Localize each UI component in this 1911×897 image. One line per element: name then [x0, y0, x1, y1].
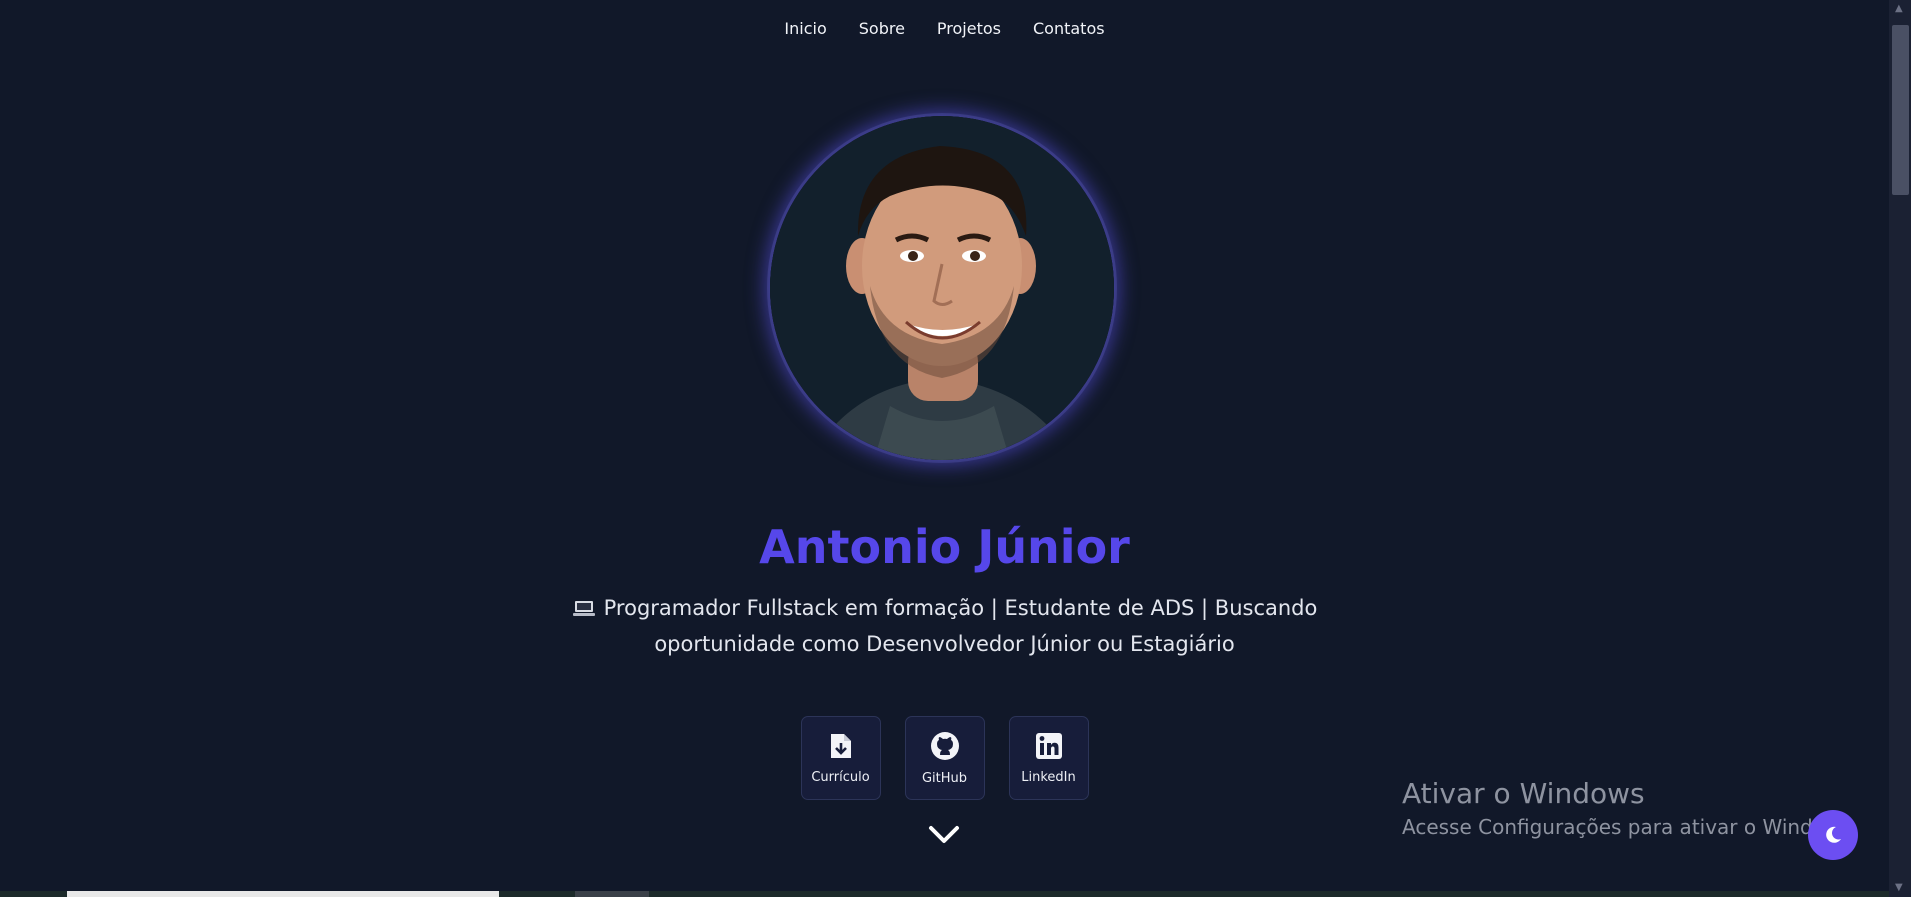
top-nav: Inicio Sobre Projetos Contatos: [0, 0, 1889, 56]
moon-icon: [1826, 826, 1841, 843]
profile-photo: [770, 116, 1114, 460]
vertical-scrollbar[interactable]: ▲ ▼: [1889, 0, 1911, 897]
theme-toggle-button[interactable]: [1808, 810, 1858, 860]
curriculo-label: Currículo: [811, 769, 870, 785]
scroll-up-icon[interactable]: ▲: [1895, 4, 1905, 14]
watermark-title: Ativar o Windows: [1402, 777, 1645, 810]
windows-activation-watermark: Ativar o Windows Acesse Configurações pa…: [1402, 776, 1858, 842]
scroll-down-icon[interactable]: ▼: [1895, 883, 1905, 893]
profile-tagline: Programador Fullstack em formação | Estu…: [500, 590, 1389, 662]
linkedin-icon: [1035, 732, 1062, 759]
nav-link-projetos[interactable]: Projetos: [937, 19, 1001, 38]
watermark-subtitle: Acesse Configurações para ativar o Windo…: [1402, 815, 1859, 839]
nav-link-sobre[interactable]: Sobre: [859, 19, 905, 38]
profile-name: Antonio Júnior: [759, 520, 1130, 574]
github-button[interactable]: GitHub: [904, 716, 985, 800]
nav-link-contatos[interactable]: Contatos: [1033, 19, 1105, 38]
tagline-text: Programador Fullstack em formação | Estu…: [603, 596, 1318, 656]
bottom-bar-segment: [67, 891, 499, 897]
bottom-bar-segment-2: [575, 891, 649, 897]
github-icon: [930, 731, 959, 760]
laptop-icon: [572, 601, 595, 616]
chevron-down-icon[interactable]: [927, 822, 961, 846]
nav-link-inicio[interactable]: Inicio: [784, 19, 826, 38]
curriculo-button[interactable]: Currículo: [800, 716, 881, 800]
github-label: GitHub: [921, 770, 968, 786]
profile-avatar: [770, 116, 1114, 460]
linkedin-button[interactable]: LinkedIn: [1008, 716, 1089, 800]
linkedin-label: LinkedIn: [1021, 769, 1076, 785]
scroll-thumb[interactable]: [1892, 25, 1909, 195]
file-download-icon: [830, 733, 851, 758]
